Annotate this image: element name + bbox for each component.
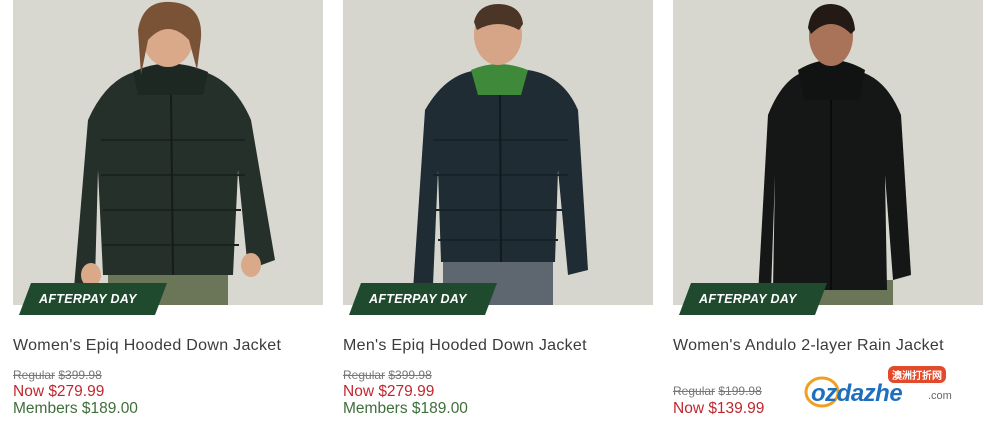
regular-amount: $399.98 xyxy=(388,368,432,382)
product-card[interactable]: AFTERPAY DAY Women's Andulo 2-layer Rain… xyxy=(673,0,983,421)
product-image[interactable] xyxy=(673,0,983,305)
jacket-photo-women-rain xyxy=(673,0,983,305)
regular-price: Regular $399.98 xyxy=(343,368,432,382)
regular-label: Regular xyxy=(673,384,716,398)
afterpay-day-badge: AFTERPAY DAY xyxy=(679,283,827,315)
watermark-text: ozdazhe xyxy=(811,380,903,407)
regular-price: Regular $399.98 xyxy=(13,368,102,382)
badge-label: AFTERPAY DAY xyxy=(369,292,467,306)
watermark-logo: 澳洲打折网 ozdazhe .com xyxy=(800,366,970,410)
watermark-suffix: .com xyxy=(928,390,952,402)
jacket-photo-women-down xyxy=(13,0,323,305)
product-title[interactable]: Men's Epiq Hooded Down Jacket xyxy=(343,337,587,355)
now-price: Now $139.99 xyxy=(673,400,765,417)
badge-label: AFTERPAY DAY xyxy=(699,292,797,306)
regular-label: Regular xyxy=(13,368,56,382)
afterpay-day-badge: AFTERPAY DAY xyxy=(19,283,167,315)
jacket-photo-men-down xyxy=(343,0,653,305)
product-card[interactable]: AFTERPAY DAY Women's Epiq Hooded Down Ja… xyxy=(13,0,323,421)
members-price: Members $189.00 xyxy=(343,400,468,417)
product-card[interactable]: AFTERPAY DAY Men's Epiq Hooded Down Jack… xyxy=(343,0,653,421)
now-price: Now $279.99 xyxy=(343,383,435,400)
badge-label: AFTERPAY DAY xyxy=(39,292,137,306)
regular-label: Regular xyxy=(343,368,386,382)
product-image[interactable] xyxy=(343,0,653,305)
product-title[interactable]: Women's Epiq Hooded Down Jacket xyxy=(13,337,281,355)
regular-amount: $399.98 xyxy=(58,368,102,382)
product-title[interactable]: Women's Andulo 2-layer Rain Jacket xyxy=(673,337,944,355)
regular-price: Regular $199.98 xyxy=(673,384,762,398)
product-image[interactable] xyxy=(13,0,323,305)
members-price: Members $189.00 xyxy=(13,400,138,417)
product-grid: AFTERPAY DAY Women's Epiq Hooded Down Ja… xyxy=(0,0,987,421)
now-price: Now $279.99 xyxy=(13,383,105,400)
afterpay-day-badge: AFTERPAY DAY xyxy=(349,283,497,315)
regular-amount: $199.98 xyxy=(718,384,762,398)
